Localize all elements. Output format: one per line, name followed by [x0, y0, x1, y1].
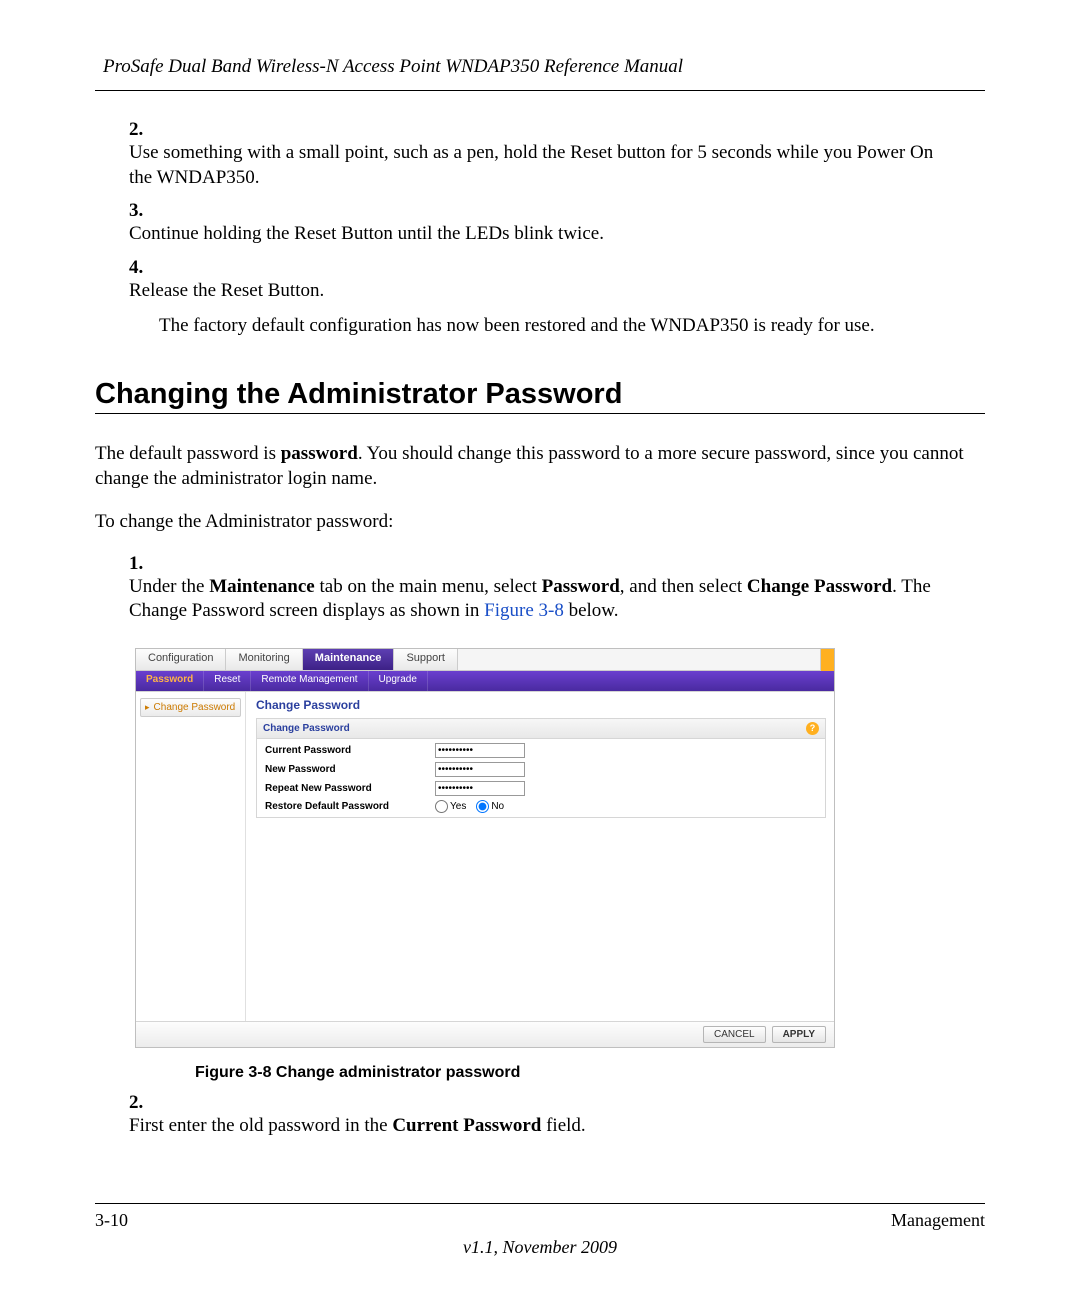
figure-caption: Figure 3-8 Change administrator password	[195, 1064, 985, 1082]
radio-yes-text: Yes	[450, 801, 466, 812]
page-number: 3-10	[95, 1210, 128, 1231]
tab-maintenance[interactable]: Maintenance	[303, 649, 395, 670]
sidebar: ▸ Change Password	[136, 692, 246, 1021]
paragraph: To change the Administrator password:	[95, 510, 985, 535]
sidebar-item-label: Change Password	[154, 702, 236, 713]
text-bold: Current Password	[392, 1115, 541, 1136]
text-bold: Maintenance	[209, 576, 315, 597]
text-bold: Change Password	[747, 576, 892, 597]
paragraph: The factory default configuration has no…	[159, 314, 985, 339]
app-window: Configuration Monitoring Maintenance Sup…	[135, 648, 835, 1048]
step-text: Under the Maintenance tab on the main me…	[129, 575, 951, 624]
change-pw-steps-list: 1. Under the Maintenance tab on the main…	[129, 553, 985, 624]
section-heading: Changing the Administrator Password	[95, 378, 985, 411]
radio-no-text: No	[491, 801, 504, 812]
figure-link[interactable]: Figure 3-8	[484, 600, 564, 621]
label-repeat-password: Repeat New Password	[265, 783, 435, 794]
sub-tabbar: Password Reset Remote Management Upgrade	[136, 671, 834, 691]
paragraph: The default password is password. You sh…	[95, 442, 985, 491]
text-bold: password	[281, 443, 358, 464]
subtab-reset[interactable]: Reset	[204, 671, 251, 691]
change-pw-steps-list-2: 2. First enter the old password in the C…	[129, 1092, 985, 1139]
label-current-password: Current Password	[265, 745, 435, 756]
panel-header: Change Password ?	[257, 719, 825, 739]
step-text: Use something with a small point, such a…	[129, 141, 951, 190]
apply-button[interactable]: APPLY	[772, 1026, 826, 1043]
tab-monitoring[interactable]: Monitoring	[226, 649, 302, 670]
divider	[95, 90, 985, 91]
change-password-panel: Change Password ? Current Password New P…	[256, 718, 826, 818]
tab-support[interactable]: Support	[394, 649, 458, 670]
label-restore-default: Restore Default Password	[265, 801, 435, 812]
text: tab on the main menu, select	[315, 576, 542, 597]
panel-body: Current Password New Password Repeat New…	[257, 739, 825, 817]
repeat-password-input[interactable]	[435, 781, 525, 796]
app-body: ▸ Change Password Change Password Change…	[136, 691, 834, 1021]
row-repeat-password: Repeat New Password	[257, 779, 825, 798]
divider	[95, 1203, 985, 1204]
chevron-right-icon: ▸	[145, 702, 150, 713]
panel-title: Change Password	[263, 723, 350, 734]
row-current-password: Current Password	[257, 741, 825, 760]
text: Under the	[129, 576, 209, 597]
text: The default password is	[95, 443, 281, 464]
doc-header-title: ProSafe Dual Band Wireless-N Access Poin…	[95, 56, 985, 88]
row-restore-default: Restore Default Password Yes No	[257, 798, 825, 815]
current-password-input[interactable]	[435, 743, 525, 758]
app-footer: CANCEL APPLY	[136, 1021, 834, 1047]
subtab-remote-management[interactable]: Remote Management	[251, 671, 368, 691]
help-corner-icon[interactable]	[820, 649, 834, 671]
step-number: 2.	[129, 119, 159, 141]
radio-yes-label[interactable]: Yes	[435, 800, 466, 813]
step-text: Continue holding the Reset Button until …	[129, 222, 951, 247]
step-text: First enter the old password in the Curr…	[129, 1114, 951, 1139]
step-number: 4.	[129, 257, 159, 279]
page-title: Change Password	[256, 696, 826, 718]
step-number: 2.	[129, 1092, 159, 1114]
radio-no[interactable]	[476, 800, 489, 813]
page-footer: 3-10 Management v1.1, November 2009	[95, 1201, 985, 1258]
text: , and then select	[620, 576, 747, 597]
subtab-password[interactable]: Password	[136, 671, 204, 691]
tab-configuration[interactable]: Configuration	[136, 649, 226, 670]
radio-no-label[interactable]: No	[476, 800, 504, 813]
new-password-input[interactable]	[435, 762, 525, 777]
cancel-button[interactable]: CANCEL	[703, 1026, 766, 1043]
footer-section: Management	[891, 1210, 985, 1231]
content-area: Change Password Change Password ? Curren…	[246, 692, 834, 1021]
radio-yes[interactable]	[435, 800, 448, 813]
step-text: Release the Reset Button.	[129, 279, 951, 304]
subtab-upgrade[interactable]: Upgrade	[369, 671, 428, 691]
text: field.	[541, 1115, 585, 1136]
screenshot-figure: Configuration Monitoring Maintenance Sup…	[135, 648, 985, 1048]
row-new-password: New Password	[257, 760, 825, 779]
main-tabbar: Configuration Monitoring Maintenance Sup…	[136, 649, 834, 671]
text: below.	[564, 600, 619, 621]
label-new-password: New Password	[265, 764, 435, 775]
step-number: 1.	[129, 553, 159, 575]
text: First enter the old password in the	[129, 1115, 392, 1136]
text-bold: Password	[542, 576, 620, 597]
sidebar-item-change-password[interactable]: ▸ Change Password	[140, 698, 241, 717]
step-number: 3.	[129, 200, 159, 222]
help-icon[interactable]: ?	[806, 722, 819, 735]
divider	[95, 413, 985, 414]
reset-steps-list: 2. Use something with a small point, suc…	[129, 119, 985, 304]
footer-version: v1.1, November 2009	[95, 1237, 985, 1258]
